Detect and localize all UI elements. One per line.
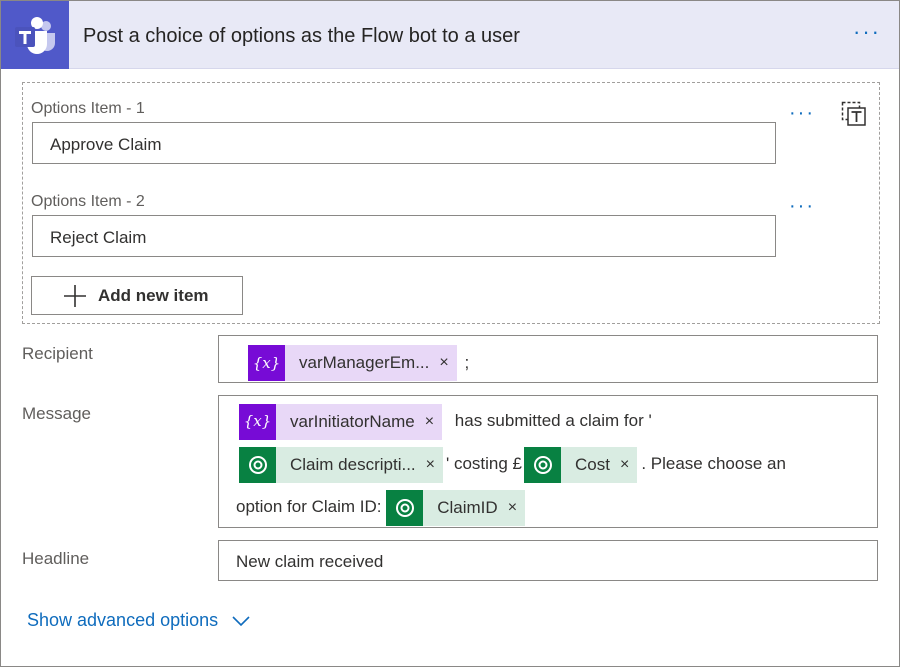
- add-new-item-button[interactable]: Add new item: [31, 276, 243, 315]
- options-item-2-input[interactable]: Reject Claim: [32, 215, 776, 257]
- message-text: ' costing £: [445, 454, 522, 473]
- action-more-menu-icon[interactable]: ···: [847, 21, 887, 47]
- headline-label: Headline: [22, 549, 90, 568]
- message-text: . Please choose an: [641, 454, 786, 473]
- show-advanced-options-link[interactable]: Show advanced options: [27, 610, 250, 631]
- recipient-field[interactable]: {x} varManagerEm... × ;: [218, 335, 878, 383]
- remove-token-icon[interactable]: ×: [507, 489, 526, 526]
- token-label: Claim descripti...: [276, 446, 426, 483]
- chevron-down-icon: [232, 615, 250, 626]
- plus-icon: [64, 284, 86, 307]
- message-token-claimid: ClaimID ×: [386, 489, 526, 526]
- dataverse-icon: [239, 446, 276, 483]
- token-label: varManagerEm...: [285, 345, 440, 381]
- variable-icon: {x}: [248, 345, 285, 381]
- remove-token-icon[interactable]: ×: [425, 446, 443, 483]
- message-token-description: Claim descripti... ×: [239, 446, 443, 483]
- dataverse-icon: [386, 489, 424, 526]
- action-header[interactable]: Post a choice of options as the Flow bot…: [1, 1, 899, 69]
- recipient-token: {x} varManagerEm... ×: [248, 345, 457, 381]
- recipient-label: Recipient: [22, 344, 93, 363]
- options-item-1-label: Options Item - 1: [31, 100, 145, 117]
- recipient-separator: ;: [464, 353, 470, 372]
- remove-token-icon[interactable]: ×: [439, 345, 457, 381]
- message-label: Message: [22, 404, 91, 423]
- message-text: option for Claim ID:: [236, 497, 382, 516]
- variable-icon: {x}: [239, 403, 276, 440]
- token-label: Cost: [561, 446, 620, 483]
- dataverse-icon: [524, 446, 561, 483]
- message-token-cost: Cost ×: [524, 446, 638, 483]
- action-card: Post a choice of options as the Flow bot…: [0, 0, 900, 667]
- token-label: varInitiatorName: [276, 403, 425, 440]
- options-item-1-input[interactable]: Approve Claim: [32, 122, 776, 164]
- options-item-2-label: Options Item - 2: [31, 193, 145, 210]
- headline-input[interactable]: New claim received: [218, 540, 878, 581]
- options-item-2-more-icon[interactable]: ···: [789, 196, 815, 216]
- switch-to-text-mode-icon[interactable]: [841, 101, 867, 127]
- teams-logo-icon: [1, 1, 69, 69]
- show-advanced-options-label: Show advanced options: [27, 610, 219, 630]
- message-field[interactable]: {x} varInitiatorName × has submitted a c…: [218, 395, 878, 528]
- remove-token-icon[interactable]: ×: [424, 403, 443, 440]
- action-title: Post a choice of options as the Flow bot…: [83, 25, 520, 47]
- add-new-item-label: Add new item: [98, 285, 209, 305]
- token-label: ClaimID: [423, 489, 508, 526]
- options-item-1-more-icon[interactable]: ···: [789, 103, 815, 123]
- message-text: has submitted a claim for ': [454, 411, 652, 430]
- remove-token-icon[interactable]: ×: [619, 446, 638, 483]
- message-token-initiator: {x} varInitiatorName ×: [239, 403, 443, 440]
